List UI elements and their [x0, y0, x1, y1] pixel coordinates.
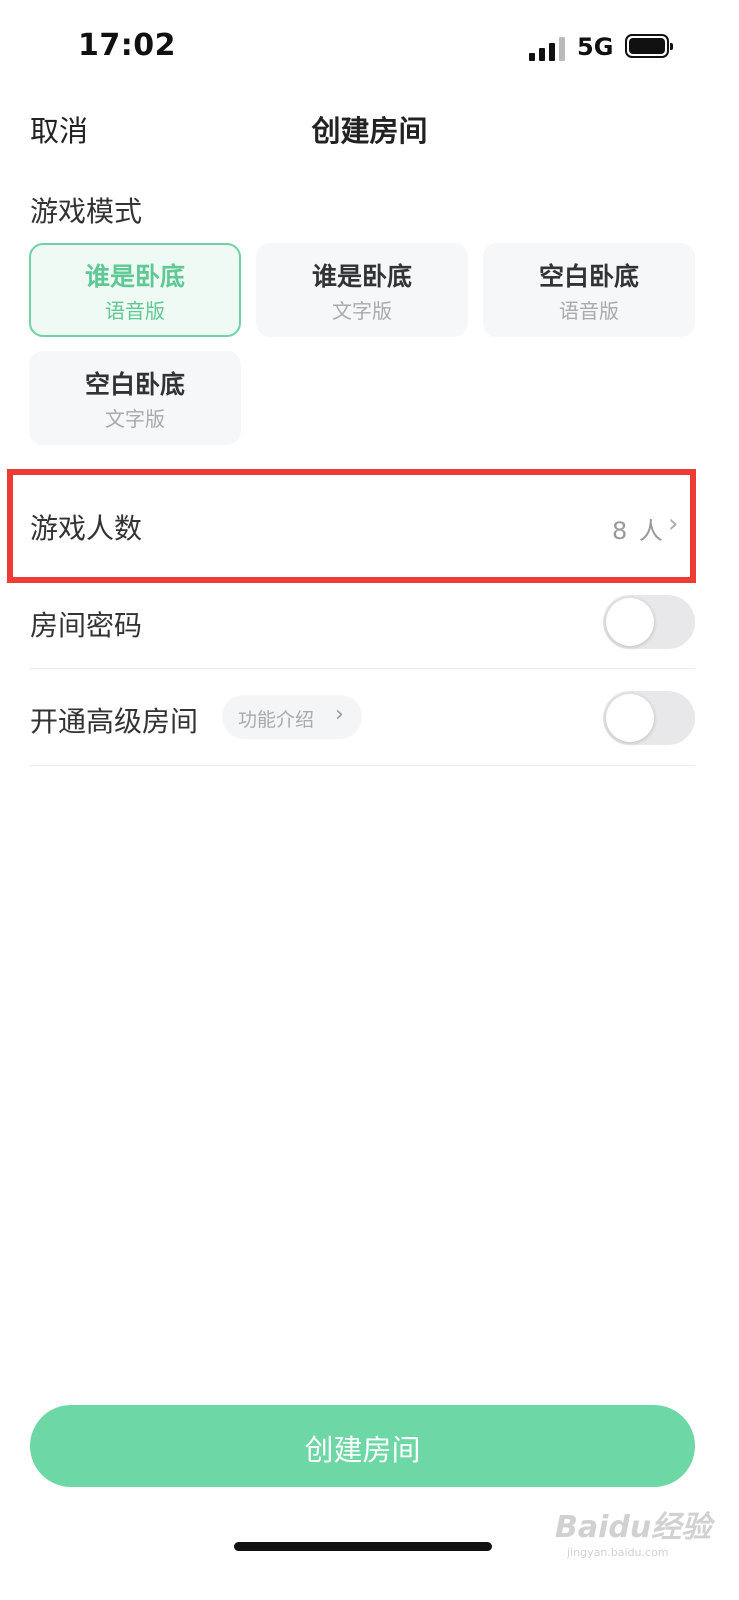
mode-option-name: 谁是卧底	[311, 262, 412, 291]
cancel-button[interactable]: 取消	[30, 108, 88, 150]
highlight-box	[7, 469, 696, 583]
mode-option-name: 空白卧底	[84, 370, 185, 399]
status-time: 17:02	[78, 28, 176, 63]
premium-room-toggle[interactable]	[603, 691, 695, 745]
mode-option-sub: 文字版	[332, 299, 392, 323]
mode-option-sub: 语音版	[559, 299, 619, 323]
mode-option-3[interactable]: 空白卧底 语音版	[483, 243, 695, 337]
chevron-right-icon: ›	[335, 702, 344, 727]
feature-intro-link[interactable]: 功能介绍 ›	[222, 695, 362, 739]
mode-option-2[interactable]: 谁是卧底 文字版	[256, 243, 468, 337]
divider	[30, 668, 695, 669]
toggle-knob	[606, 598, 654, 646]
battery-icon	[625, 34, 673, 58]
mode-option-name: 谁是卧底	[84, 262, 185, 291]
room-password-label: 房间密码	[30, 609, 143, 642]
feature-intro-label: 功能介绍	[238, 709, 315, 731]
network-label: 5G	[577, 33, 614, 61]
mode-option-1[interactable]: 谁是卧底 语音版	[29, 243, 241, 337]
page-title: 创建房间	[311, 114, 428, 148]
home-indicator[interactable]	[234, 1542, 492, 1551]
create-room-label: 创建房间	[304, 1433, 421, 1467]
divider	[30, 765, 695, 766]
premium-room-label: 开通高级房间	[30, 705, 199, 738]
mode-option-sub: 语音版	[105, 299, 165, 323]
create-room-button[interactable]: 创建房间	[30, 1405, 695, 1487]
signal-icon	[529, 37, 567, 61]
toggle-knob	[606, 694, 654, 742]
watermark-sub: jingyan.baidu.com	[567, 1546, 669, 1559]
watermark-text: Baidu经验	[555, 1510, 712, 1545]
room-password-toggle[interactable]	[603, 595, 695, 649]
baidu-watermark: Baidu经验 jingyan.baidu.com	[555, 1502, 711, 1559]
mode-option-4[interactable]: 空白卧底 文字版	[29, 351, 241, 445]
game-mode-title: 游戏模式	[30, 195, 143, 228]
mode-option-sub: 文字版	[105, 407, 165, 431]
mode-option-name: 空白卧底	[538, 262, 639, 291]
